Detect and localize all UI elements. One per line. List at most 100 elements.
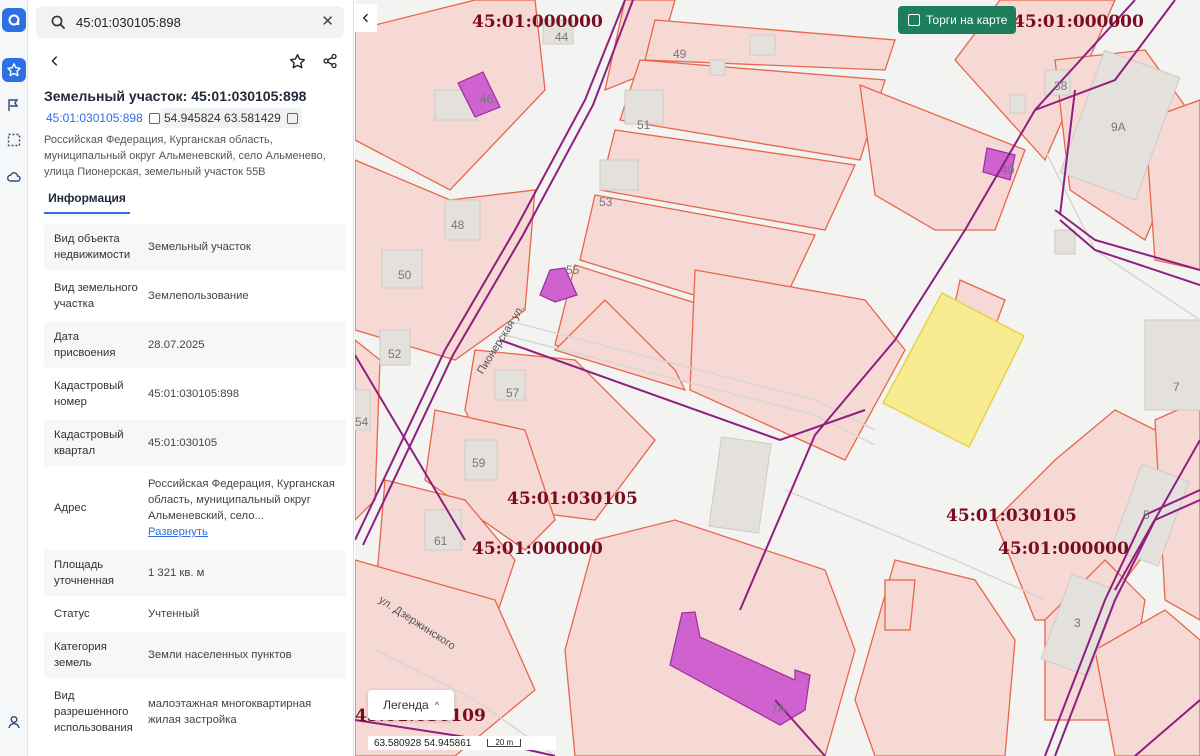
share-button[interactable] [319,50,341,72]
house-number: 38 [1054,79,1068,93]
info-value: Российская Федерация, Курганская область… [138,469,346,547]
chevron-left-icon [51,56,58,66]
house-number: 48 [451,218,465,232]
land-parcel[interactable] [854,559,1016,756]
info-label: Кадастровый номер [54,380,124,408]
back-button[interactable] [44,50,66,72]
cadastral-map[interactable]: 45:01:000000 45:01:000000 45:01:030105 4… [355,0,1200,756]
cadastral-number-text: 45:01:030105:898 [46,111,143,125]
building [709,59,726,76]
info-label: Статус [54,608,90,620]
app-logo-icon[interactable] [2,8,26,32]
info-row: Статус Учтенный [44,599,346,629]
checkbox-icon[interactable] [908,14,920,26]
house-number: 3 [1074,616,1081,630]
chevron-left-icon [362,13,368,23]
info-label: Вид разрешенного использования [54,690,133,734]
copy-icon[interactable] [148,112,160,124]
info-label: Категория земель [54,641,107,669]
house-number: 54 [355,415,369,429]
info-value: Учтенный [148,608,200,620]
info-value: 1 321 кв. м [148,567,205,579]
auction-toggle-button[interactable]: Торги на карте [898,6,1016,34]
building [599,159,639,191]
add-favorite-button[interactable] [286,50,308,72]
info-label: Площадь уточненная [54,559,115,587]
favorites-star-icon[interactable] [2,58,26,82]
info-row: Вид земельного участка Землепользование [44,273,346,319]
info-value: 28.07.2025 [148,339,205,351]
info-row: Вид объекта недвижимости Земельный участ… [44,224,346,270]
house-number: 59 [472,456,486,470]
house-number: 40 [1001,163,1015,177]
collapse-panel-button[interactable] [355,4,377,32]
house-number: 44 [555,30,569,44]
land-parcel[interactable] [564,519,856,756]
search-input[interactable] [76,14,306,30]
clear-search-icon[interactable]: ✕ [321,14,334,30]
area-select-icon[interactable] [2,128,26,152]
house-number: 5 [1143,508,1150,522]
coordinates-chip[interactable]: 54.945824 63.581429 [160,108,302,128]
house-number: 53 [599,195,613,209]
expand-address-link[interactable]: Развернуть [148,524,340,540]
info-table: Вид объекта недвижимости Земельный участ… [44,224,346,746]
info-label: Вид земельного участка [54,282,138,310]
tab-information[interactable]: Информация [44,184,130,214]
search-icon [51,15,65,29]
house-number: 55 [566,263,580,277]
building [708,436,772,534]
address-value-text: Российская Федерация, Курганская область… [148,478,335,522]
map-flag-icon[interactable] [2,93,26,117]
info-value: малоэтажная многоквартирная жилая застро… [148,698,312,726]
left-rail [0,0,28,756]
map-canvas[interactable] [355,0,1200,756]
info-value: 45:01:030105:898 [148,388,240,400]
user-profile-icon[interactable] [2,710,26,734]
info-row: Кадастровый квартал 45:01:030105 [44,420,346,466]
info-row: Дата присвоения 28.07.2025 [44,322,346,368]
info-row: Кадастровый номер 45:01:030105:898 [44,371,346,417]
info-value: Землепользование [148,290,249,302]
chevron-up-icon: ^ [434,700,439,710]
land-parcel[interactable] [355,559,536,756]
building [1144,319,1200,411]
search-bar: ✕ [36,6,344,38]
cadastral-label: 45:01:000000 [472,12,603,32]
house-number: 46 [480,92,494,106]
copy-icon[interactable] [286,112,298,124]
legend-label: Легенда [383,698,429,712]
auction-toggle-label: Торги на карте [926,13,1008,27]
house-number: 51 [637,118,651,132]
info-label: Вид объекта недвижимости [54,233,131,261]
info-label: Адрес [54,502,87,514]
cadastral-number-chip[interactable]: 45:01:030105:898 [42,108,164,128]
house-number: 57 [506,386,520,400]
info-row: Площадь уточненная 1 321 кв. м [44,550,346,596]
building [1009,94,1026,114]
legend-button[interactable]: Легенда ^ [368,690,454,720]
land-parcel[interactable] [884,579,916,631]
info-label: Кадастровый квартал [54,429,124,457]
info-value: Земли населенных пунктов [148,649,292,661]
cadastral-label: 45:01:000000 [998,539,1129,559]
house-number: 61 [434,534,448,548]
cloud-icon[interactable] [2,165,26,189]
share-icon [323,53,337,69]
coordinates-readout: 63.580928 54.945861 [374,737,472,749]
selected-parcel[interactable] [881,291,1025,449]
house-number: 50 [398,268,412,282]
cadastral-label: 45:01:000000 [472,539,603,559]
star-icon [289,53,305,68]
house-number: 9А [1111,120,1126,134]
building [749,34,776,56]
cadastral-label: 45:01:000000 [1013,12,1144,32]
building [1054,229,1076,255]
cadastral-label: 45:01:030105 [507,489,638,509]
object-info-panel: ✕ Земельный участок: 45:01:030105:898 45… [28,0,354,756]
house-number: 7 [1173,380,1180,394]
cursor-coordinates: 63.580928 54.945861 20 m [368,736,556,750]
info-label: Дата присвоения [54,331,116,359]
info-row: Вид разрешенного использования малоэтажн… [44,681,346,743]
house-number: 7А [771,702,786,716]
